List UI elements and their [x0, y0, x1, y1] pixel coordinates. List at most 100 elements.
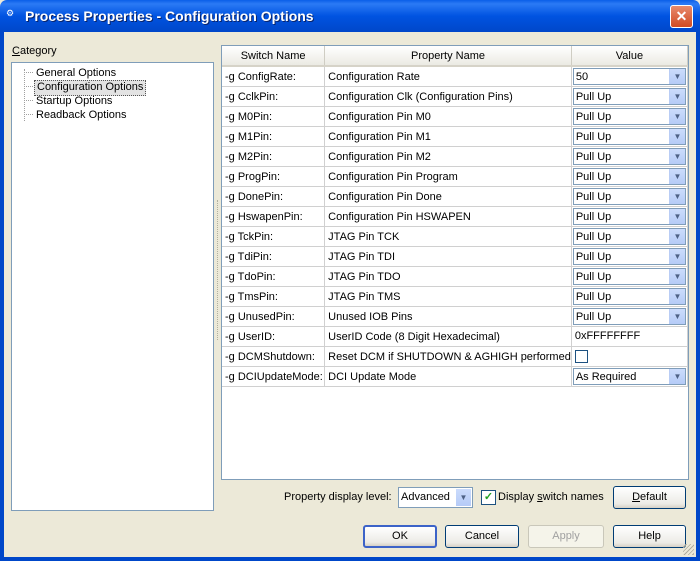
table-row[interactable]: -g TdoPin: JTAG Pin TDO Pull Up ▼: [222, 266, 688, 287]
value-select[interactable]: Pull Up ▼: [572, 288, 686, 305]
table-row[interactable]: -g UnusedPin: Unused IOB Pins Pull Up ▼: [222, 306, 688, 327]
table-row[interactable]: -g TmsPin: JTAG Pin TMS Pull Up ▼: [222, 286, 688, 307]
category-tree[interactable]: General Options Configuration Options Star…: [11, 62, 214, 511]
default-button[interactable]: Default: [613, 486, 686, 509]
tree-item[interactable]: Startup Options: [34, 94, 114, 108]
chevron-down-icon[interactable]: ▼: [669, 69, 685, 84]
table-row[interactable]: -g TdiPin: JTAG Pin TDI Pull Up ▼: [222, 246, 688, 267]
chevron-down-icon[interactable]: ▼: [669, 129, 685, 144]
value-cell[interactable]: Pull Up ▼: [571, 306, 688, 327]
value-cell[interactable]: Pull Up ▼: [571, 246, 688, 267]
apply-button[interactable]: Apply: [528, 525, 604, 548]
table-row[interactable]: -g DCMShutdown: Reset DCM if SHUTDOWN & A…: [222, 346, 688, 367]
value-text: Pull Up: [575, 111, 612, 123]
help-button[interactable]: Help: [613, 525, 686, 548]
value-cell[interactable]: Pull Up ▼: [571, 186, 688, 207]
switch-name-cell: -g DonePin:: [222, 186, 326, 207]
value-select[interactable]: Pull Up ▼: [572, 268, 686, 285]
value-cell[interactable]: 0xFFFFFFFF: [571, 326, 688, 347]
chevron-down-icon[interactable]: ▼: [669, 289, 685, 304]
tree-item[interactable]: Readback Options: [34, 108, 129, 122]
property-name-cell: Configuration Pin Program: [324, 166, 572, 187]
value-select[interactable]: Pull Up ▼: [572, 148, 686, 165]
chevron-down-icon[interactable]: ▼: [669, 189, 685, 204]
value-text: Pull Up: [575, 91, 612, 103]
column-header-switch-name[interactable]: Switch Name: [222, 46, 326, 67]
value-cell[interactable]: Pull Up ▼: [571, 286, 688, 307]
value-cell[interactable]: Pull Up ▼: [571, 126, 688, 147]
tree-connector: [24, 72, 33, 73]
value-cell[interactable]: Pull Up ▼: [571, 266, 688, 287]
display-switch-names-label[interactable]: Display switch names: [498, 491, 604, 503]
tree-item[interactable]: General Options: [34, 66, 118, 80]
value-select[interactable]: Pull Up ▼: [572, 88, 686, 105]
value-select[interactable]: Pull Up ▼: [572, 208, 686, 225]
value-cell[interactable]: 50 ▼: [571, 66, 688, 87]
value-select[interactable]: Pull Up ▼: [572, 128, 686, 145]
resize-grip[interactable]: [683, 544, 694, 555]
value-cell[interactable]: Pull Up ▼: [571, 106, 688, 127]
value-text-field[interactable]: 0xFFFFFFFF: [572, 327, 687, 346]
switch-name-cell: -g DCIUpdateMode:: [222, 366, 326, 387]
table-row[interactable]: -g ProgPin: Configuration Pin Program Pull…: [222, 166, 688, 187]
chevron-down-icon[interactable]: ▼: [669, 309, 685, 324]
table-row[interactable]: -g HswapenPin: Configuration Pin HSWAPEN P…: [222, 206, 688, 227]
table-row[interactable]: -g M1Pin: Configuration Pin M1 Pull Up ▼: [222, 126, 688, 147]
display-switch-names-checkbox[interactable]: ✓: [481, 490, 496, 505]
cancel-button[interactable]: Cancel: [445, 525, 519, 548]
column-header-value[interactable]: Value: [571, 46, 688, 67]
property-name-cell: Unused IOB Pins: [324, 306, 572, 327]
value-select[interactable]: Pull Up ▼: [572, 308, 686, 325]
value-select[interactable]: Pull Up ▼: [572, 228, 686, 245]
chevron-down-icon[interactable]: ▼: [669, 209, 685, 224]
chevron-down-icon[interactable]: ▼: [669, 249, 685, 264]
chevron-down-icon[interactable]: ▼: [669, 149, 685, 164]
ok-button[interactable]: OK: [363, 525, 437, 548]
chevron-down-icon[interactable]: ▼: [669, 89, 685, 104]
title-bar[interactable]: ⚙ Process Properties - Configuration Opt…: [0, 0, 700, 32]
value-select[interactable]: As Required ▼: [572, 368, 686, 385]
table-row[interactable]: -g CclkPin: Configuration Clk (Configurat…: [222, 86, 688, 107]
switch-name-cell: -g CclkPin:: [222, 86, 326, 107]
chevron-down-icon[interactable]: ▼: [669, 229, 685, 244]
switch-name-cell: -g DCMShutdown:: [222, 346, 326, 367]
value-select[interactable]: Pull Up ▼: [572, 168, 686, 185]
property-grid[interactable]: Switch Name Property Name Value -g Confi…: [221, 45, 689, 480]
value-cell[interactable]: Pull Up ▼: [571, 226, 688, 247]
chevron-down-icon[interactable]: ▼: [669, 109, 685, 124]
value-text: Pull Up: [575, 211, 612, 223]
table-row[interactable]: -g M0Pin: Configuration Pin M0 Pull Up ▼: [222, 106, 688, 127]
value-cell[interactable]: [571, 346, 688, 367]
chevron-down-icon[interactable]: ▼: [669, 169, 685, 184]
table-row[interactable]: -g M2Pin: Configuration Pin M2 Pull Up ▼: [222, 146, 688, 167]
switch-name-cell: -g UnusedPin:: [222, 306, 326, 327]
table-row[interactable]: -g DCIUpdateMode: DCI Update Mode As Requi…: [222, 366, 688, 387]
switch-name-cell: -g TdoPin:: [222, 266, 326, 287]
property-name-cell: Reset DCM if SHUTDOWN & AGHIGH performed: [324, 346, 572, 367]
chevron-down-icon[interactable]: ▼: [456, 489, 471, 506]
value-cell[interactable]: Pull Up ▼: [571, 146, 688, 167]
value-text: Pull Up: [575, 151, 612, 163]
value-cell[interactable]: Pull Up ▼: [571, 86, 688, 107]
value-select[interactable]: 50 ▼: [572, 68, 686, 85]
chevron-down-icon[interactable]: ▼: [669, 369, 685, 384]
table-row[interactable]: -g ConfigRate: Configuration Rate 50 ▼: [222, 66, 688, 87]
display-level-label: Property display level:: [284, 491, 392, 503]
value-select[interactable]: Pull Up ▼: [572, 248, 686, 265]
table-row[interactable]: -g TckPin: JTAG Pin TCK Pull Up ▼: [222, 226, 688, 247]
table-row[interactable]: -g UserID: UserID Code (8 Digit Hexadecim…: [222, 326, 688, 347]
app-icon[interactable]: ⚙: [6, 8, 14, 19]
close-icon: ✕: [675, 8, 688, 24]
value-select[interactable]: Pull Up ▼: [572, 108, 686, 125]
column-header-property-name[interactable]: Property Name: [324, 46, 572, 67]
close-button[interactable]: ✕: [670, 5, 693, 28]
value-select[interactable]: Pull Up ▼: [572, 188, 686, 205]
value-cell[interactable]: As Required ▼: [571, 366, 688, 387]
chevron-down-icon[interactable]: ▼: [669, 269, 685, 284]
value-cell[interactable]: Pull Up ▼: [571, 166, 688, 187]
value-cell[interactable]: Pull Up ▼: [571, 206, 688, 227]
value-checkbox[interactable]: [574, 350, 588, 363]
tree-connector: [24, 100, 33, 101]
display-level-select[interactable]: Advanced ▼: [398, 487, 473, 508]
table-row[interactable]: -g DonePin: Configuration Pin Done Pull Up…: [222, 186, 688, 207]
